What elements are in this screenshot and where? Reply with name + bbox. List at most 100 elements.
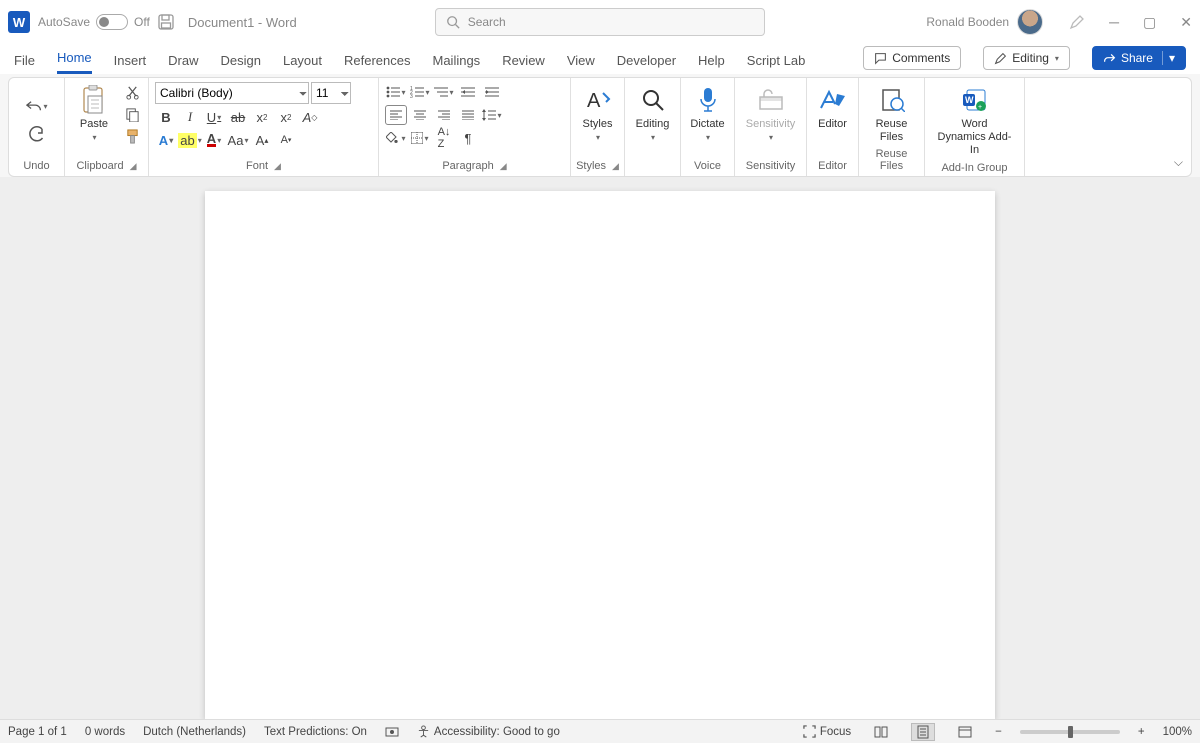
- language-indicator[interactable]: Dutch (Netherlands): [143, 726, 246, 738]
- multilevel-list-button[interactable]: ▾: [433, 82, 455, 102]
- underline-button[interactable]: U▾: [203, 107, 225, 127]
- align-right-button[interactable]: [433, 105, 455, 125]
- chevron-down-icon: ▾: [596, 133, 600, 143]
- tab-developer[interactable]: Developer: [617, 53, 676, 74]
- dialog-launcher-icon[interactable]: ◢: [130, 161, 137, 172]
- tab-insert[interactable]: Insert: [114, 53, 147, 74]
- paste-button[interactable]: Paste ▾: [71, 82, 117, 145]
- font-size-select[interactable]: 11: [311, 82, 351, 104]
- document-area[interactable]: [0, 177, 1200, 719]
- read-mode-button[interactable]: [869, 723, 893, 741]
- cut-button[interactable]: [121, 82, 143, 102]
- justify-button[interactable]: [457, 105, 479, 125]
- tab-design[interactable]: Design: [221, 53, 261, 74]
- format-painter-button[interactable]: [121, 126, 143, 146]
- increase-indent-button[interactable]: [481, 82, 503, 102]
- tab-references[interactable]: References: [344, 53, 410, 74]
- dialog-launcher-icon[interactable]: ◢: [612, 161, 619, 172]
- editing-dropdown-button[interactable]: Editing ▾: [630, 82, 676, 145]
- zoom-out-button[interactable]: −: [995, 726, 1002, 738]
- redo-button[interactable]: [26, 124, 48, 144]
- print-layout-button[interactable]: [911, 723, 935, 741]
- title-bar: W AutoSave Off Document1 - Word Search R…: [0, 0, 1200, 44]
- comments-button[interactable]: Comments: [863, 46, 961, 70]
- avatar[interactable]: [1017, 9, 1043, 35]
- toggle-off-icon[interactable]: [96, 14, 128, 30]
- tab-view[interactable]: View: [567, 53, 595, 74]
- tab-file[interactable]: File: [14, 53, 35, 74]
- decrease-indent-button[interactable]: [457, 82, 479, 102]
- italic-button[interactable]: I: [179, 107, 201, 127]
- text-effects-button[interactable]: A▾: [155, 130, 177, 150]
- bullets-button[interactable]: ▾: [385, 82, 407, 102]
- document-page[interactable]: [205, 191, 995, 719]
- copy-button[interactable]: [121, 104, 143, 124]
- dialog-launcher-icon[interactable]: ◢: [274, 161, 281, 172]
- styles-button[interactable]: A Styles ▾: [575, 82, 621, 145]
- zoom-level[interactable]: 100%: [1163, 726, 1192, 738]
- page-indicator[interactable]: Page 1 of 1: [8, 726, 67, 738]
- dialog-launcher-icon[interactable]: ◢: [500, 161, 507, 172]
- zoom-slider[interactable]: [1020, 730, 1120, 734]
- pen-icon[interactable]: [1069, 14, 1085, 31]
- user-account[interactable]: Ronald Booden: [926, 9, 1043, 35]
- shrink-font-button[interactable]: A▾: [275, 130, 297, 150]
- editor-button[interactable]: Editor: [810, 82, 856, 133]
- dictate-button[interactable]: Dictate ▾: [685, 82, 731, 145]
- svg-text:+: +: [978, 104, 982, 111]
- close-button[interactable]: ✕: [1180, 14, 1192, 31]
- editing-mode-button[interactable]: Editing ▾: [983, 46, 1070, 70]
- addin-icon: W+: [959, 84, 991, 116]
- user-name: Ronald Booden: [926, 15, 1009, 29]
- tab-help[interactable]: Help: [698, 53, 725, 74]
- styles-icon: A: [582, 84, 614, 116]
- web-layout-button[interactable]: [953, 723, 977, 741]
- ribbon: ▾ Undo Paste ▾: [8, 77, 1192, 177]
- search-input[interactable]: Search: [435, 8, 765, 36]
- strikethrough-button[interactable]: ab: [227, 107, 249, 127]
- microphone-icon: [692, 84, 724, 116]
- paste-label: Paste: [80, 118, 108, 131]
- align-left-button[interactable]: [385, 105, 407, 125]
- line-spacing-button[interactable]: ▾: [481, 105, 503, 125]
- autosave-toggle[interactable]: AutoSave Off: [38, 14, 150, 30]
- tab-scriptlab[interactable]: Script Lab: [747, 53, 806, 74]
- maximize-button[interactable]: ▢: [1143, 14, 1156, 31]
- document-title: Document1 - Word: [188, 15, 297, 30]
- tab-mailings[interactable]: Mailings: [433, 53, 481, 74]
- tab-draw[interactable]: Draw: [168, 53, 198, 74]
- change-case-button[interactable]: Aa▾: [227, 130, 249, 150]
- tab-home[interactable]: Home: [57, 50, 92, 74]
- align-center-button[interactable]: [409, 105, 431, 125]
- numbering-button[interactable]: 123▾: [409, 82, 431, 102]
- word-count[interactable]: 0 words: [85, 726, 125, 738]
- clear-formatting-button[interactable]: A◇: [299, 107, 321, 127]
- collapse-ribbon-button[interactable]: ⌵: [1174, 155, 1183, 170]
- superscript-button[interactable]: x2: [275, 107, 297, 127]
- macro-record-icon[interactable]: [385, 725, 399, 739]
- zoom-in-button[interactable]: +: [1138, 726, 1145, 738]
- find-icon: [637, 84, 669, 116]
- minimize-button[interactable]: ─: [1109, 14, 1119, 31]
- sort-button[interactable]: A↓Z: [433, 128, 455, 148]
- font-name-select[interactable]: Calibri (Body): [155, 82, 309, 104]
- text-predictions[interactable]: Text Predictions: On: [264, 726, 367, 738]
- bold-button[interactable]: B: [155, 107, 177, 127]
- subscript-button[interactable]: x2: [251, 107, 273, 127]
- borders-button[interactable]: ▾: [409, 128, 431, 148]
- grow-font-button[interactable]: A▴: [251, 130, 273, 150]
- reuse-files-button[interactable]: Reuse Files: [865, 82, 918, 146]
- tab-review[interactable]: Review: [502, 53, 545, 74]
- shading-button[interactable]: ▾: [385, 128, 407, 148]
- save-icon[interactable]: [158, 14, 174, 30]
- word-dynamics-addin-button[interactable]: W+ Word Dynamics Add-In: [931, 82, 1018, 160]
- undo-button[interactable]: ▾: [26, 96, 48, 116]
- focus-mode-button[interactable]: Focus: [803, 725, 851, 738]
- font-color-button[interactable]: A▾: [203, 130, 225, 150]
- share-button[interactable]: Share ▾: [1092, 46, 1186, 70]
- accessibility-status[interactable]: Accessibility: Good to go: [417, 725, 560, 738]
- highlight-button[interactable]: ab▾: [179, 130, 201, 150]
- show-marks-button[interactable]: ¶: [457, 128, 479, 148]
- chevron-down-icon[interactable]: ▾: [1162, 51, 1175, 65]
- tab-layout[interactable]: Layout: [283, 53, 322, 74]
